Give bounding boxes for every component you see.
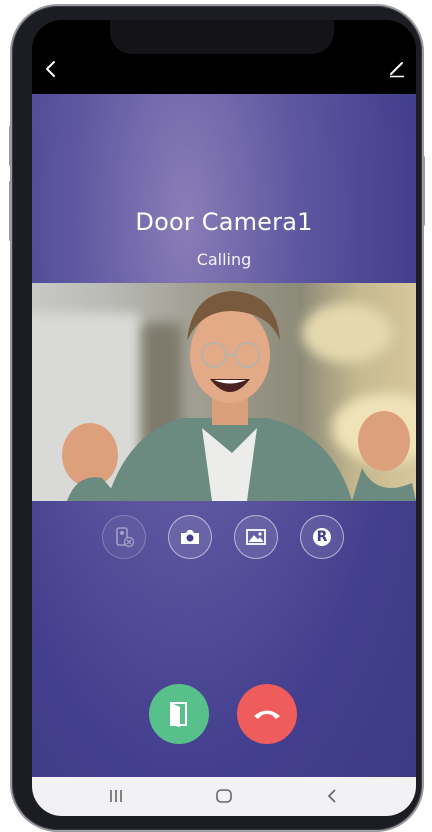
camera-icon [181, 530, 199, 544]
open-door-button[interactable] [149, 684, 209, 744]
gallery-button[interactable] [234, 515, 278, 559]
intercom-button[interactable] [102, 515, 146, 559]
volume-down-button [9, 181, 12, 241]
call-screen: Door Camera1 Calling R [32, 94, 416, 777]
image-icon [246, 529, 266, 545]
notch [110, 20, 334, 54]
person-in-video [62, 291, 416, 501]
android-nav-bar [32, 777, 416, 816]
record-label: R [316, 529, 328, 545]
hang-up-button[interactable] [237, 684, 297, 744]
phone-hangup-icon [254, 710, 280, 719]
chevron-left-icon[interactable] [42, 60, 60, 78]
door-open-icon [170, 702, 187, 727]
record-button[interactable]: R [300, 515, 344, 559]
device-name: Door Camera1 [135, 208, 313, 236]
home-icon[interactable] [214, 787, 234, 805]
call-status: Calling [196, 250, 252, 269]
volume-up-button [9, 126, 12, 166]
pencil-icon[interactable] [388, 60, 406, 78]
recent-apps-icon[interactable] [106, 787, 126, 805]
snapshot-button[interactable] [168, 515, 212, 559]
nav-back-icon[interactable] [322, 787, 342, 805]
camera-video-feed [32, 283, 416, 501]
intercom-disabled-icon [116, 527, 135, 548]
power-button [422, 156, 425, 226]
phone-screen: Door Camera1 Calling R [32, 20, 416, 816]
